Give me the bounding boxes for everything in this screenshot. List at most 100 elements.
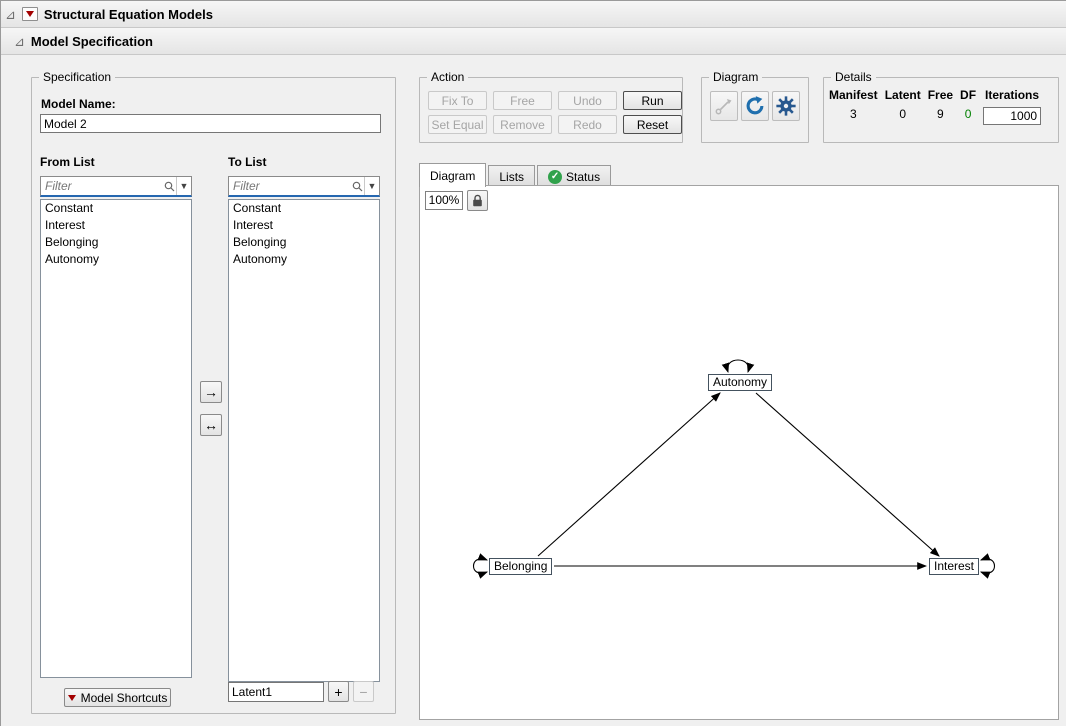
to-listbox[interactable]: Constant Interest Belonging Autonomy	[228, 199, 380, 682]
from-list-filter: ▼	[40, 176, 192, 197]
remove-button[interactable]: Remove	[493, 115, 552, 134]
stat-latent: Latent 0	[885, 88, 921, 125]
stat-free: Free 9	[928, 88, 953, 125]
node-autonomy[interactable]: Autonomy	[708, 374, 772, 391]
stat-name: Free	[928, 88, 953, 102]
undo-button[interactable]: Undo	[558, 91, 617, 110]
minus-icon: −	[359, 684, 367, 700]
add-latent-button[interactable]: +	[328, 681, 349, 702]
to-list-label: To List	[228, 155, 266, 169]
tab-diagram[interactable]: Diagram	[419, 163, 486, 187]
model-shortcuts-label: Model Shortcuts	[81, 691, 168, 705]
stat-value: 0	[899, 107, 906, 121]
double-arrow-icon: ↔	[204, 417, 218, 433]
status-check-icon: ✓	[548, 170, 562, 184]
from-listbox[interactable]: Constant Interest Belonging Autonomy	[40, 199, 192, 678]
filter-dropdown-icon[interactable]: ▼	[176, 177, 191, 195]
stat-value: 3	[850, 107, 857, 121]
tab-label: Lists	[499, 170, 524, 184]
disclosure-triangle-icon[interactable]: ⊿	[14, 35, 25, 48]
refresh-layout-button[interactable]	[741, 91, 769, 121]
tab-bar: Diagram Lists ✓ Status	[419, 163, 613, 187]
list-item[interactable]: Autonomy	[229, 251, 379, 268]
free-button[interactable]: Free	[493, 91, 552, 110]
model-name-input[interactable]	[40, 114, 381, 133]
section-title: Model Specification	[31, 34, 153, 49]
set-equal-button[interactable]: Set Equal	[428, 115, 487, 134]
stat-df: DF 0	[960, 88, 976, 125]
details-stats: Manifest 3 Latent 0 Free 9 DF 0 Iteratio…	[829, 88, 1041, 125]
disclosure-triangle-icon[interactable]: ⊿	[5, 8, 16, 21]
list-item[interactable]: Belonging	[41, 234, 191, 251]
specification-group-label: Specification	[39, 70, 115, 84]
refresh-layout-icon	[744, 95, 766, 117]
red-triangle-icon	[26, 11, 34, 17]
fix-to-button[interactable]: Fix To	[428, 91, 487, 110]
to-list-filter: ▼	[228, 176, 380, 197]
double-arrow-button[interactable]: ↔	[200, 414, 222, 436]
path-diagram-edges	[420, 186, 1058, 719]
stat-name: DF	[960, 88, 976, 102]
to-list-filter-input[interactable]	[229, 179, 350, 193]
stat-name: Manifest	[829, 88, 878, 102]
diagram-group-label: Diagram	[709, 70, 762, 84]
section-header: ⊿ Model Specification	[1, 28, 1066, 55]
plus-icon: +	[334, 684, 342, 700]
stat-iterations: Iterations	[983, 88, 1041, 125]
variance-loop-interest[interactable]	[981, 559, 995, 573]
structural-equation-models-window: ⊿ Structural Equation Models ⊿ Model Spe…	[0, 0, 1066, 726]
action-button-grid: Fix To Free Undo Run Set Equal Remove Re…	[428, 91, 682, 134]
list-item[interactable]: Constant	[41, 200, 191, 217]
details-group: Details Manifest 3 Latent 0 Free 9 DF 0 …	[823, 77, 1059, 143]
stat-value: 9	[937, 107, 944, 121]
redo-button[interactable]: Redo	[558, 115, 617, 134]
report-header: ⊿ Structural Equation Models	[1, 1, 1066, 28]
node-belonging[interactable]: Belonging	[489, 558, 552, 575]
tab-label: Diagram	[430, 169, 475, 183]
reset-button[interactable]: Reset	[623, 115, 682, 134]
stat-name: Latent	[885, 88, 921, 102]
list-item[interactable]: Constant	[229, 200, 379, 217]
red-triangle-menu-button[interactable]	[22, 7, 38, 21]
settings-gear-icon	[775, 95, 797, 117]
edge-belonging-autonomy[interactable]	[538, 393, 720, 556]
path-diagram-canvas[interactable]: 100%	[419, 185, 1059, 720]
list-item[interactable]: Interest	[41, 217, 191, 234]
tab-label: Status	[566, 170, 600, 184]
specification-group: Specification Model Name: From List To L…	[31, 77, 396, 714]
tab-status[interactable]: ✓ Status	[537, 165, 611, 187]
right-arrow-icon: →	[204, 384, 218, 400]
tab-lists[interactable]: Lists	[488, 165, 535, 187]
filter-dropdown-icon[interactable]: ▼	[364, 177, 379, 195]
search-icon	[350, 181, 364, 192]
connection-style-icon	[714, 96, 734, 116]
from-list-label: From List	[40, 155, 95, 169]
stat-value: 0	[965, 107, 972, 121]
diagram-settings-button[interactable]	[772, 91, 800, 121]
latent-name-input[interactable]	[228, 682, 324, 702]
edge-autonomy-interest[interactable]	[756, 393, 939, 556]
details-group-label: Details	[831, 70, 876, 84]
model-shortcuts-button[interactable]: Model Shortcuts	[64, 688, 171, 707]
iterations-input[interactable]	[983, 107, 1041, 125]
connection-style-button[interactable]	[710, 91, 738, 121]
action-group: Action Fix To Free Undo Run Set Equal Re…	[419, 77, 683, 143]
from-list-filter-input[interactable]	[41, 179, 162, 193]
stat-manifest: Manifest 3	[829, 88, 878, 125]
red-triangle-icon	[68, 695, 76, 701]
remove-latent-button[interactable]: −	[353, 681, 374, 702]
list-item[interactable]: Autonomy	[41, 251, 191, 268]
iterations-label: Iterations	[985, 88, 1039, 102]
variance-loop-autonomy[interactable]	[727, 360, 748, 372]
list-item[interactable]: Belonging	[229, 234, 379, 251]
single-arrow-button[interactable]: →	[200, 381, 222, 403]
node-interest[interactable]: Interest	[929, 558, 979, 575]
diagram-tools-group: Diagram	[701, 77, 809, 143]
list-item[interactable]: Interest	[229, 217, 379, 234]
run-button[interactable]: Run	[623, 91, 682, 110]
search-icon	[162, 181, 176, 192]
variance-loop-belonging[interactable]	[474, 559, 488, 573]
action-group-label: Action	[427, 70, 468, 84]
model-name-label: Model Name:	[41, 97, 116, 111]
report-title: Structural Equation Models	[44, 7, 213, 22]
